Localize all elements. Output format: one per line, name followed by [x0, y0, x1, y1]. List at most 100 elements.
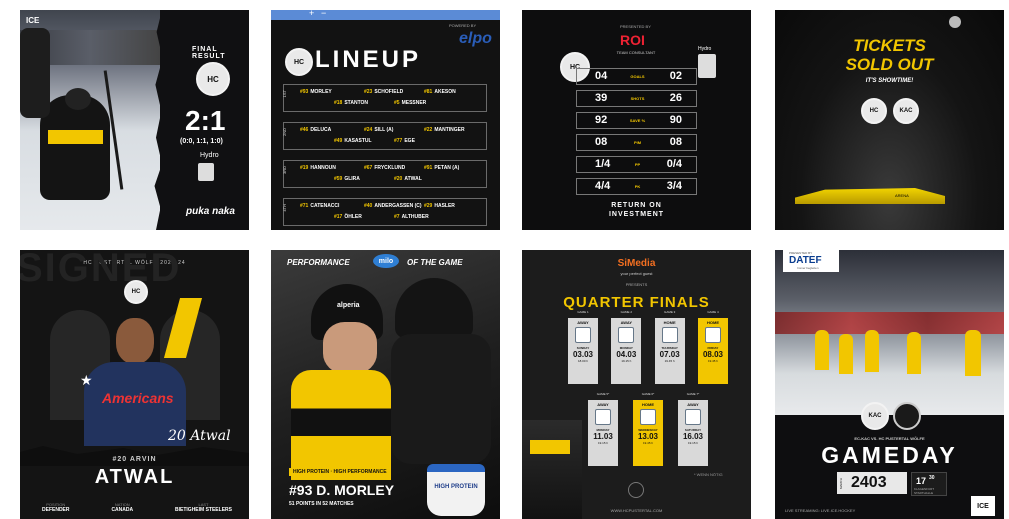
player-entry: #49 KASASTUL	[334, 138, 372, 144]
game-time: 19.45 h	[707, 359, 718, 363]
game-time: 19.45 h	[642, 441, 653, 445]
time-hour: 17	[916, 476, 927, 486]
post-gameday[interactable]: PRESENTED BY DATEF Immer begleiten KAC E…	[775, 250, 1004, 519]
post-final-result[interactable]: ICE FINAL RESULT HC 2:1 (0:0, 1:1, 1:0) …	[20, 10, 249, 230]
opponent-crest-icon	[618, 327, 635, 343]
lineup-list: 1ST #93 MORLEY #23 SCHOFIELD #81 AKESON #18 STAN…	[282, 84, 487, 230]
league-logo: ICE	[26, 16, 40, 25]
player-entry: #5 MESSNER	[394, 100, 426, 106]
post-tickets-sold-out[interactable]: TICKETS SOLD OUT IT'S SHOWTIME! HC KAC A…	[775, 10, 1004, 230]
opponent-crest-icon	[685, 409, 701, 425]
players-celebrating	[522, 420, 582, 519]
home-crest-icon: HC	[861, 98, 887, 124]
tagline-badge: HIGH PROTEIN · HIGH PERFORMANCE	[289, 468, 391, 476]
game-date: 11.03	[593, 432, 613, 441]
player-name: HASLER	[434, 203, 455, 209]
player-number: #46	[300, 127, 309, 133]
game-date: 03.03	[572, 350, 594, 359]
game-card: GAME 3 HOME THURSDAY 07.03 19.45 h	[654, 310, 685, 384]
game-time: 18.00 h	[577, 359, 588, 363]
player-number: #71	[300, 203, 309, 209]
game-number: GAME 1	[577, 310, 589, 314]
game-type: AWAY	[620, 320, 633, 325]
game-time: 19.15 h	[687, 441, 698, 445]
game-date: 04.03	[616, 350, 637, 359]
player-number: #59	[334, 176, 343, 182]
stat-away-value: 3/4	[666, 180, 682, 192]
opponent-crest-icon	[661, 327, 678, 343]
player-name: SILL (A)	[374, 127, 394, 133]
presented-by: PRESENTED BY	[620, 24, 651, 29]
signature: 20 Atwal	[168, 428, 231, 444]
presents-label: PRESENTS	[625, 282, 648, 287]
roi-footer-line2: INVESTMENT	[608, 211, 665, 218]
stat-row: SAVE % 92 90	[576, 112, 697, 129]
game-number: GAME 3	[663, 310, 676, 314]
player-number: #40	[364, 203, 373, 209]
minus-icon[interactable]: −	[321, 10, 326, 18]
player-right-helmet	[395, 278, 473, 338]
sponsor-sub: your perfect guest	[620, 271, 653, 276]
player-entry: #59 GLIRA	[334, 176, 360, 182]
jersey-logo: Americans	[102, 390, 174, 406]
jersey-yellow	[291, 370, 391, 480]
game-type: AWAY	[577, 320, 589, 325]
stat-away-value: 0/4	[666, 158, 682, 170]
player-entry: #17 ÖHLER	[334, 214, 362, 220]
stat-home-value: 1/4	[595, 158, 611, 170]
post-signed-player[interactable]: HC PUSTERTAL WÖLFE 2023-24 SIGNED HC Ame…	[20, 250, 249, 519]
player-right-body	[391, 334, 491, 464]
stat-away-value: 90	[669, 114, 682, 126]
player-entry: #81 AKESON	[424, 89, 456, 95]
team-crest-icon: HC	[285, 48, 313, 76]
sponsor-logo: ROI	[620, 32, 645, 48]
game-card: GAME 5* AWAY MONDAY 11.03 19.15 h	[588, 392, 618, 466]
stat-home-value: 04	[595, 70, 608, 82]
month-label: MARCH	[839, 477, 843, 489]
stat-away-value: 26	[669, 92, 682, 104]
stats-table: GOALS 04 02 SHOTS 39 26 SAVE % 92 90 PIM 08 08 PP 1/4…	[576, 68, 697, 200]
image-toolbar[interactable]: + −	[271, 10, 500, 20]
player-name: PETAN (A)	[434, 165, 460, 171]
player-figure	[40, 95, 110, 200]
ice-league-logo: ICE	[971, 496, 995, 516]
player-left-face	[323, 322, 377, 374]
player-name: KASASTUL	[344, 138, 372, 144]
game-date: 07.03	[659, 350, 680, 359]
player-number-name: #20 ARVIN	[112, 456, 157, 463]
players-lineup	[815, 330, 995, 390]
final-score: 2:1	[185, 105, 226, 136]
post-quarter-finals[interactable]: SiMedia your perfect guest PRESENTS QUAR…	[522, 250, 751, 519]
game-card: GAME 1 AWAY SUNDAY 03.03 18.00 h	[568, 310, 598, 384]
player-entry: #22 MANTINGER	[424, 127, 465, 133]
opponent-crest-icon	[575, 327, 591, 343]
fact-position: POSITION DEFENDER	[42, 502, 70, 513]
title-left: PERFORMANCE	[287, 258, 350, 267]
footnote: * WENN NÖTIG	[694, 472, 723, 477]
game-number: GAME 4	[707, 310, 719, 314]
team-crest-icon	[628, 482, 644, 498]
player-name: HANNOUN	[310, 165, 336, 171]
hydro-logo: Hydro	[698, 46, 712, 52]
player-entry: #29 HASLER	[424, 203, 455, 209]
player-name: MORLEY	[310, 89, 332, 95]
game-card: GAME 4 HOME FRIDAY 08.03 19.45 h	[697, 310, 728, 384]
sponsor-box: PRESENTED BY DATEF Immer begleiten	[783, 250, 839, 272]
post-performance-of-game[interactable]: PERFORMANCE milo OF THE GAME alperia HIG…	[271, 250, 500, 519]
team-crest-icon: HC	[196, 62, 230, 96]
line-label: 1ST	[282, 90, 287, 98]
post-game-stats[interactable]: PRESENTED BY ROI TEAM CONSULTANT HC Hydr…	[522, 10, 751, 230]
stat-row: PP 1/4 0/4	[576, 156, 697, 173]
stat-row: PIM 08 08	[576, 134, 697, 151]
bg-signed-text: SIGNED	[20, 250, 182, 290]
game-card: GAME 6* HOME WEDNESDAY 13.03 19.45 h	[633, 392, 663, 466]
player-name: CATENACCI	[310, 203, 340, 209]
stat-row: PK 4/4 3/4	[576, 178, 697, 195]
player-number: #7	[394, 214, 400, 220]
opponent-crest-icon	[640, 409, 656, 425]
player-number: #29	[424, 203, 433, 209]
post-lineup[interactable]: + − POWERED BY elpo HC LINEUP 1ST #93 MORL…	[271, 10, 500, 230]
add-icon[interactable]: +	[309, 10, 314, 18]
player-name: FRYCKLUND	[374, 165, 406, 171]
player-name: ALTHUBER	[401, 214, 429, 220]
